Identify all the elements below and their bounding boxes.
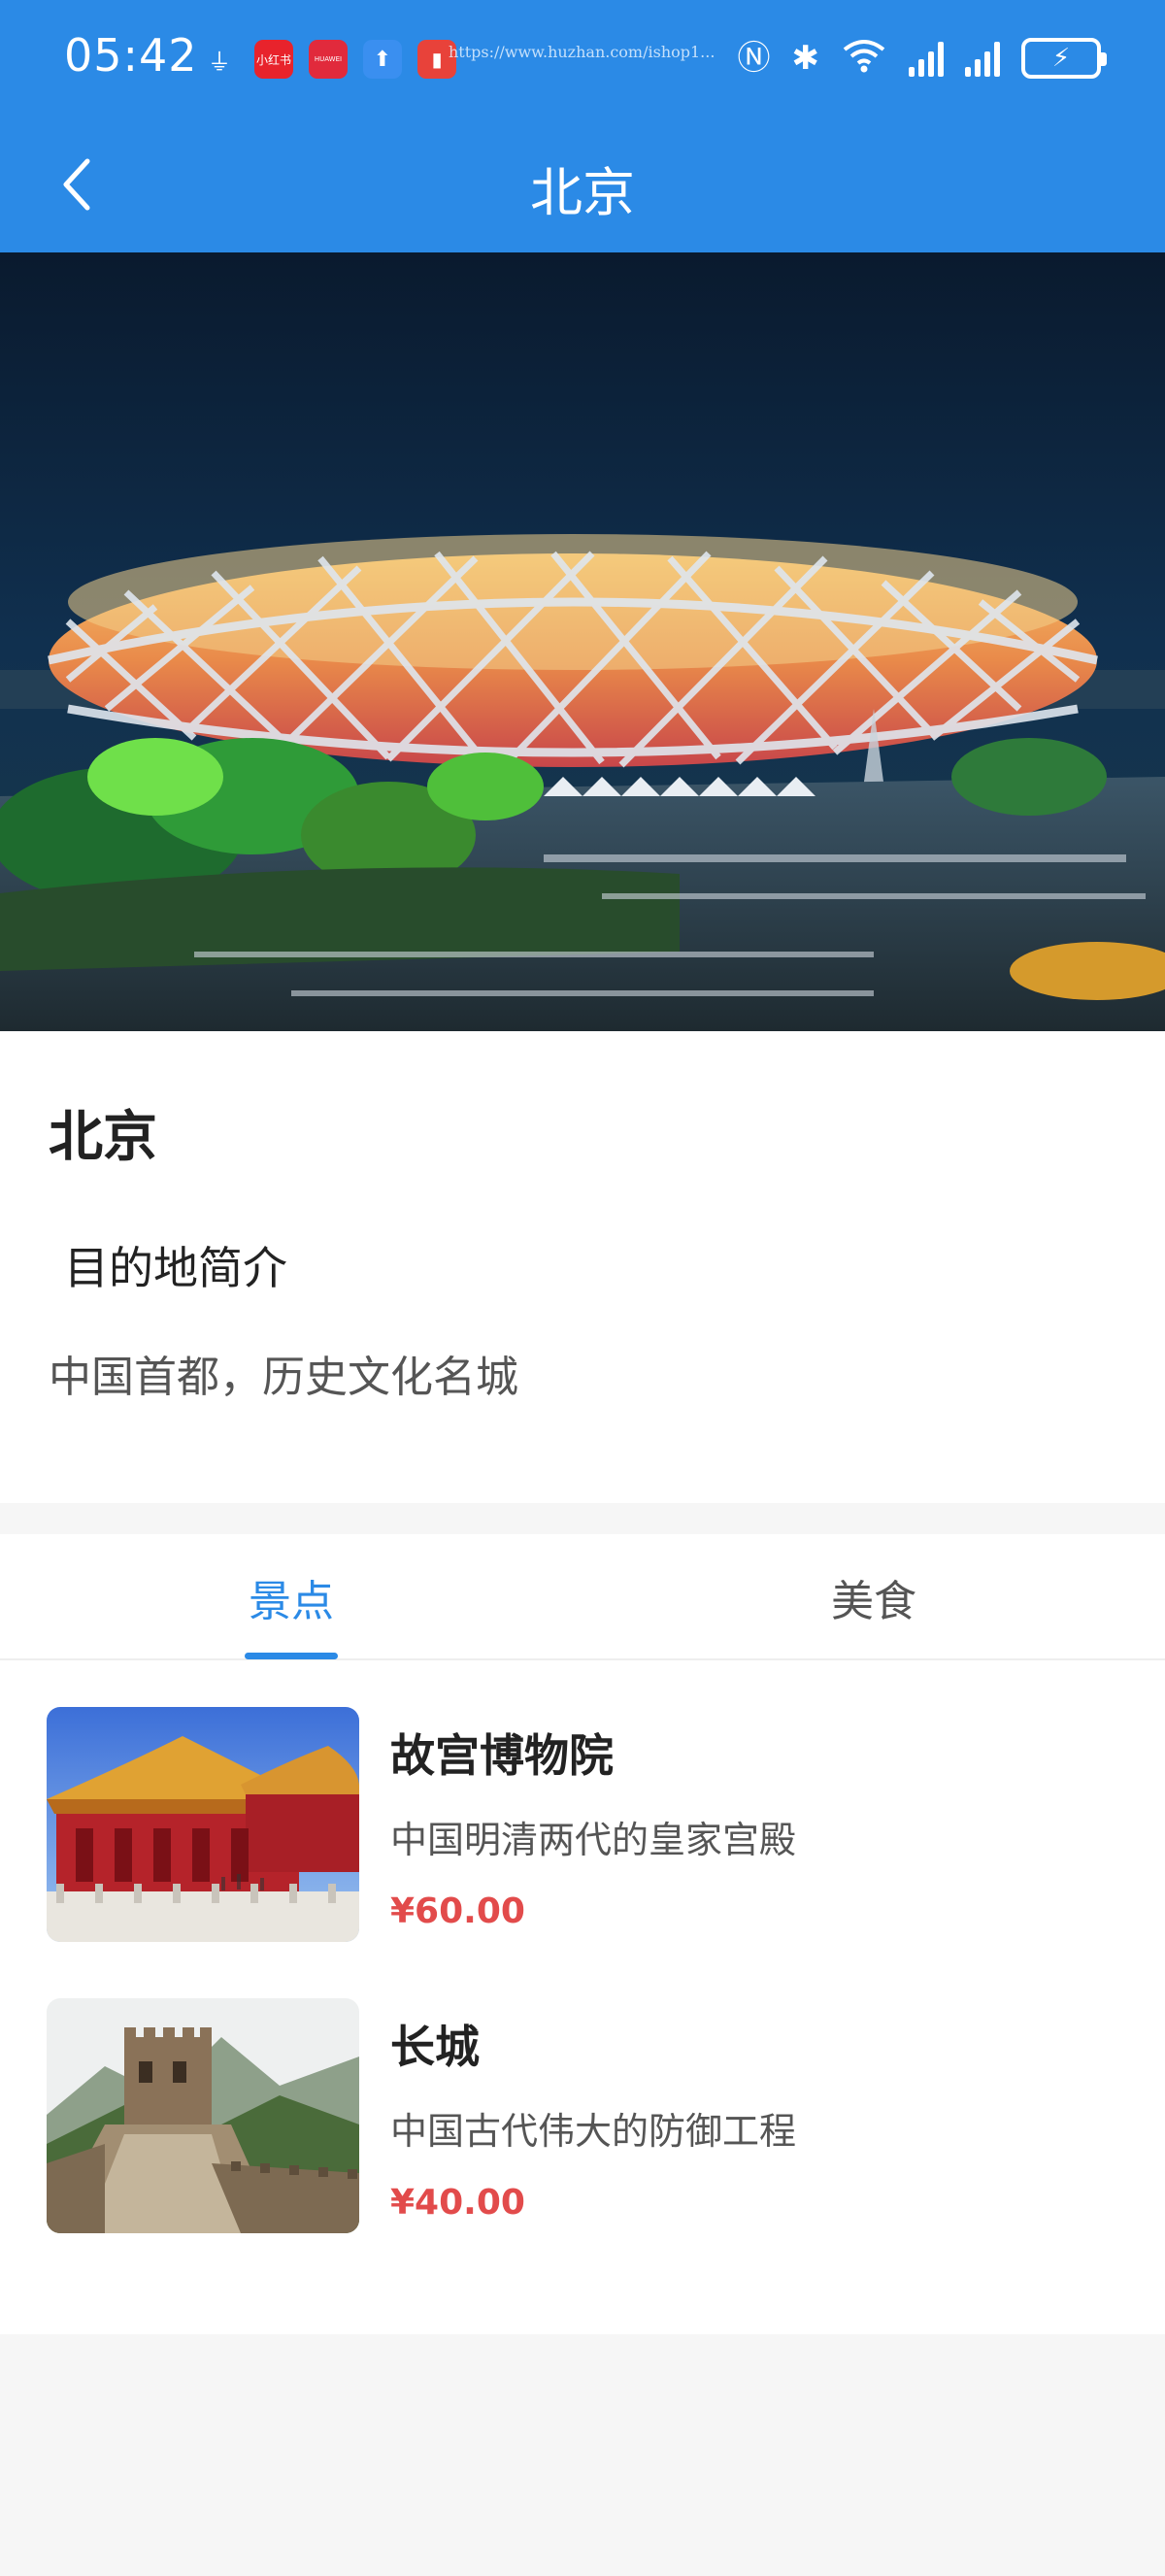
- attraction-description: 中国明清两代的皇家宫殿: [390, 1819, 797, 1861]
- stadium-night-photo: [0, 252, 1165, 1031]
- great-wall-photo: [47, 1998, 359, 2233]
- intro-description: 中国首都，历史文化名城: [49, 1353, 518, 1402]
- usb-icon: ⏚: [208, 48, 231, 76]
- list-item[interactable]: 故宫博物院 中国明清两代的皇家宫殿 ¥60.00: [0, 1707, 1165, 1959]
- xiaohongshu-icon: 小红书: [254, 40, 293, 79]
- destination-name: 北京: [49, 1106, 157, 1169]
- wifi-icon: [841, 36, 887, 81]
- attraction-price: ¥40.00: [390, 2183, 525, 2223]
- attraction-description: 中国古代伟大的防御工程: [390, 2110, 797, 2153]
- status-time: 05:42: [64, 29, 198, 82]
- intro-heading: 目的地简介: [64, 1242, 287, 1294]
- tab-attractions[interactable]: 景点: [0, 1534, 582, 1660]
- app-header: 北京: [0, 117, 1165, 252]
- active-tab-indicator: [245, 1653, 338, 1659]
- attraction-list: 故宫博物院 中国明清两代的皇家宫殿 ¥60.00 长城 中国古代伟大的防御工程 …: [0, 1660, 1165, 2334]
- huawei-icon: HUAWEI: [309, 40, 348, 79]
- bluetooth-icon: ✱: [791, 39, 820, 78]
- page-title: 北京: [530, 162, 635, 223]
- destination-intro-card: 北京 目的地简介 中国首都，历史文化名城: [0, 1031, 1165, 1503]
- tab-food[interactable]: 美食: [582, 1534, 1165, 1660]
- attraction-title: 长城: [390, 2021, 480, 2073]
- forbidden-city-photo: [47, 1707, 359, 1942]
- battery-icon: ⚡: [1021, 38, 1107, 79]
- status-indicators: Ⓝ ✱ ⚡: [737, 35, 1107, 82]
- status-url-text: https://www.huzhan.com/ishop1...: [449, 43, 716, 61]
- signal-icon-2: [965, 40, 1000, 77]
- list-item[interactable]: 长城 中国古代伟大的防御工程 ¥40.00: [0, 1998, 1165, 2251]
- top-bar: 05:42 ⏚ 小红书 HUAWEI ⬆ ▮ https://www.huzha…: [0, 0, 1165, 252]
- signal-icon-1: [909, 40, 944, 77]
- destination-hero-image: [0, 252, 1165, 1031]
- attraction-price: ¥60.00: [390, 1891, 525, 1931]
- upload-icon: ⬆: [363, 40, 402, 79]
- nfc-icon: Ⓝ: [737, 39, 771, 78]
- notification-icons: ⏚ 小红书 HUAWEI ⬆ ▮: [200, 39, 456, 80]
- attraction-title: 故宫博物院: [390, 1729, 614, 1782]
- status-bar: 05:42 ⏚ 小红书 HUAWEI ⬆ ▮ https://www.huzha…: [0, 0, 1165, 117]
- category-tabs: 景点 美食: [0, 1534, 1165, 1660]
